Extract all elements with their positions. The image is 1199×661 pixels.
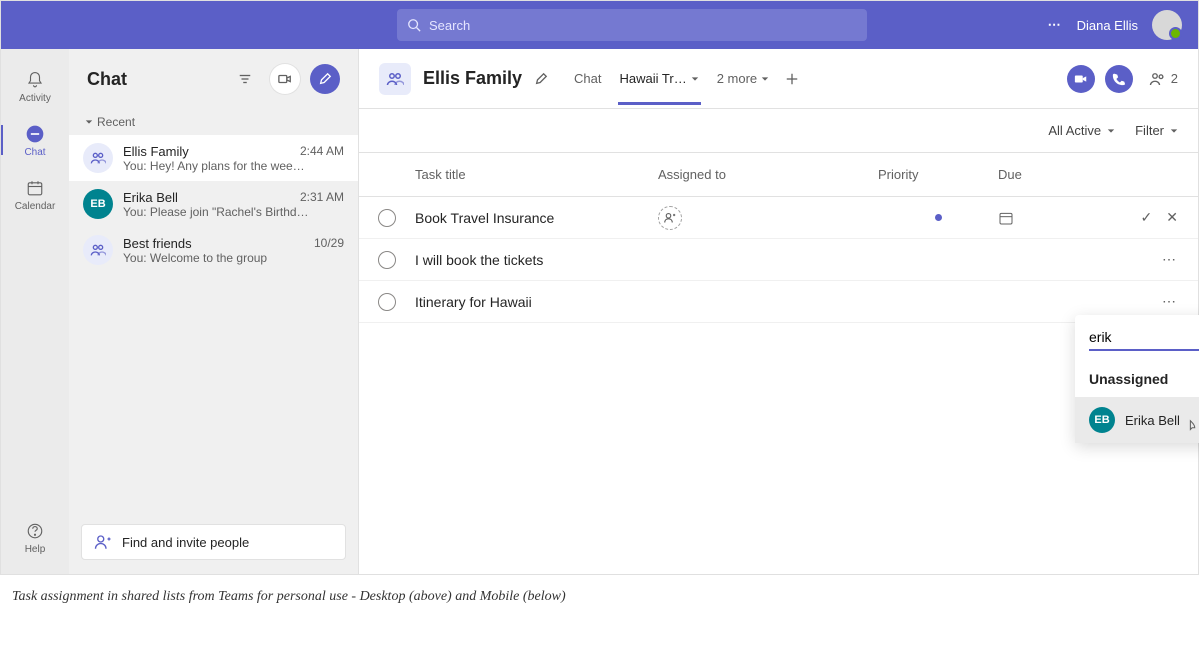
unassigned-label[interactable]: Unassigned [1075,361,1199,397]
person-avatar: EB [1089,407,1115,433]
col-due[interactable]: Due [998,167,1098,182]
col-assigned[interactable]: Assigned to [658,167,878,182]
search-input[interactable] [429,18,857,33]
user-avatar[interactable] [1152,10,1182,40]
chevron-down-icon [85,118,93,126]
app-window: ⋯ Diana Ellis Activity Chat Calendar Hel… [0,0,1199,575]
edit-icon[interactable] [534,72,548,86]
cursor-icon [1186,419,1199,433]
more-icon[interactable]: ⋯ [1048,17,1063,33]
bell-icon [26,71,44,89]
filter-dropdown[interactable]: Filter [1135,123,1178,138]
global-search[interactable] [397,9,867,41]
task-row[interactable]: Itinerary for Hawaii ⋯ [359,281,1198,323]
help-icon [26,522,44,540]
assign-search-input[interactable] [1089,325,1199,351]
participants-button[interactable]: 2 [1149,70,1178,88]
tasks-toolbar: All Active Filter [359,109,1198,153]
col-task-title[interactable]: Task title [415,167,658,182]
task-row[interactable]: Book Travel Insurance ✓ ✕ [359,197,1198,239]
person-avatar: EB [83,189,113,219]
rail-chat[interactable]: Chat [1,113,69,167]
audio-call-button[interactable] [1105,65,1133,93]
people-icon [1149,70,1167,88]
more-icon[interactable]: ⋯ [1162,293,1178,310]
confirm-icon[interactable]: ✓ [1141,209,1153,226]
rail-help[interactable]: Help [1,510,69,564]
recent-header[interactable]: Recent [69,109,358,135]
calendar-icon [26,179,44,197]
tab-more[interactable]: 2 more [715,53,771,104]
chevron-down-icon [691,75,699,83]
chat-header: Ellis Family Chat Hawaii Tr… 2 more 2 [359,49,1198,109]
video-call-button[interactable] [1067,65,1095,93]
chat-icon [25,124,45,144]
user-name-label: Diana Ellis [1077,18,1138,33]
tab-hawaii[interactable]: Hawaii Tr… [618,53,701,104]
tasks-column-header: Task title Assigned to Priority Due [359,153,1198,197]
rail-label: Calendar [15,201,56,212]
chat-item-ellis-family[interactable]: Ellis Family2:44 AM You: Hey! Any plans … [69,135,358,181]
col-priority[interactable]: Priority [878,167,998,182]
chat-title: Ellis Family [423,68,522,89]
close-icon[interactable]: ✕ [1166,209,1178,226]
video-call-button[interactable] [270,64,300,94]
task-title[interactable]: Itinerary for Hawaii [415,294,658,310]
rail-calendar[interactable]: Calendar [1,167,69,221]
more-icon[interactable]: ⋯ [1162,251,1178,268]
chevron-down-icon [761,75,769,83]
figure-caption: Task assignment in shared lists from Tea… [0,575,1199,619]
rail-label: Help [25,544,46,555]
sidebar-title: Chat [87,69,220,90]
chat-item-erika-bell[interactable]: EB Erika Bell2:31 AM You: Please join "R… [69,181,358,227]
all-active-dropdown[interactable]: All Active [1048,123,1115,138]
chevron-down-icon [1170,127,1178,135]
person-add-icon [94,533,112,551]
search-icon [407,18,421,32]
new-chat-button[interactable] [310,64,340,94]
task-row[interactable]: I will book the tickets ⋯ [359,239,1198,281]
assign-button[interactable] [658,206,682,230]
group-avatar-icon [83,235,113,265]
rail-activity[interactable]: Activity [1,59,69,113]
complete-toggle[interactable] [378,209,396,227]
filter-icon[interactable] [230,64,260,94]
group-avatar-icon [83,143,113,173]
priority-indicator[interactable] [935,214,942,221]
chat-sidebar: Chat Recent Ellis Family2:44 AM You: Hey… [69,49,359,574]
task-title[interactable]: Book Travel Insurance [415,210,658,226]
chevron-down-icon [1107,127,1115,135]
complete-toggle[interactable] [378,293,396,311]
task-title[interactable]: I will book the tickets [415,252,658,268]
assign-dropdown: Unassigned EB Erika Bell [1075,315,1199,443]
assign-option-erika-bell[interactable]: EB Erika Bell [1075,397,1199,443]
rail-label: Activity [19,93,51,104]
complete-toggle[interactable] [378,251,396,269]
due-date-button[interactable] [998,210,1098,226]
add-tab-icon[interactable] [785,72,799,86]
chat-item-best-friends[interactable]: Best friends10/29 You: Welcome to the gr… [69,227,358,273]
titlebar: ⋯ Diana Ellis [1,1,1198,49]
main-panel: Ellis Family Chat Hawaii Tr… 2 more 2 [359,49,1198,574]
group-avatar-icon [379,63,411,95]
find-invite-button[interactable]: Find and invite people [81,524,346,560]
rail-label: Chat [24,147,45,158]
tab-chat[interactable]: Chat [572,53,603,104]
nav-rail: Activity Chat Calendar Help [1,49,69,574]
